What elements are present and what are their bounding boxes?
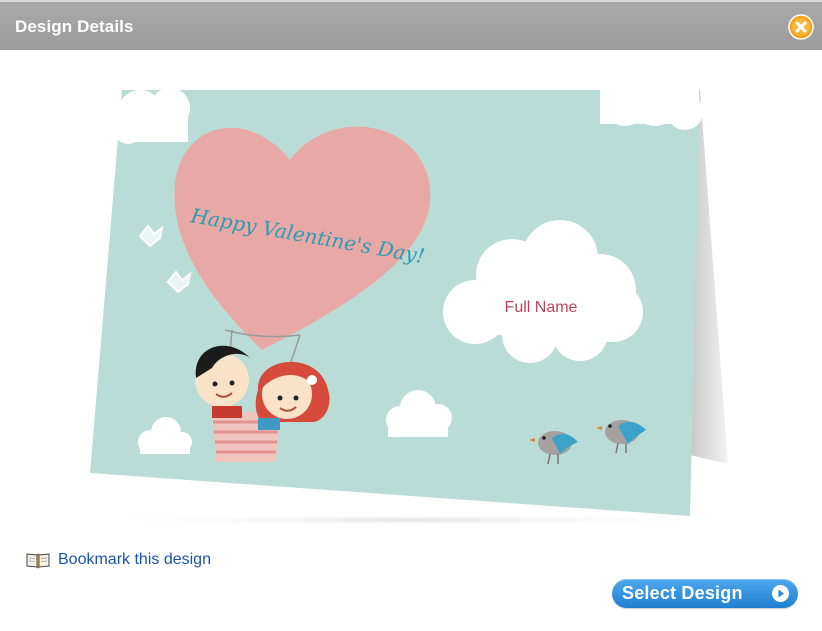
cloud-top-right	[600, 78, 703, 130]
play-arrow-icon	[772, 585, 789, 602]
cloud-top-left	[114, 88, 190, 144]
open-book-icon	[26, 553, 50, 569]
greeting-card-image: Happy Valentine's Day! Full Name	[90, 78, 730, 526]
select-design-label: Select Design	[622, 583, 743, 603]
bookmark-link[interactable]: Bookmark this design	[26, 551, 211, 569]
close-icon[interactable]	[788, 14, 814, 40]
design-details-dialog: Design Details Happy Valentine's Day! Fu…	[0, 0, 822, 631]
card-name-text: Full Name	[505, 299, 578, 316]
select-design-button[interactable]: Select Design	[612, 579, 798, 608]
dialog-title: Design Details	[15, 17, 134, 36]
dialog-header: Design Details	[0, 0, 822, 50]
card-preview: Happy Valentine's Day! Full Name	[0, 50, 822, 540]
bookmark-label[interactable]: Bookmark this design	[58, 551, 211, 569]
